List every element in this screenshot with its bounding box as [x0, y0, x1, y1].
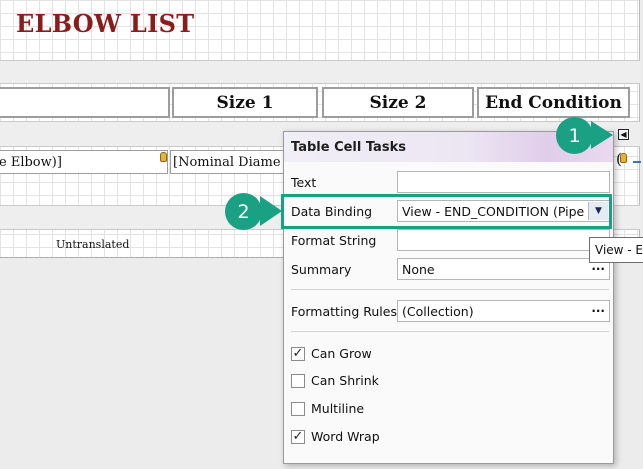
formatting-rules-value: (Collection) — [402, 303, 474, 319]
table-header-row: Size 1 Size 2 End Condition — [0, 84, 640, 120]
checkbox-label: Multiline — [311, 401, 365, 416]
divider — [291, 289, 609, 290]
checkmark-icon[interactable]: ✓ — [291, 429, 305, 444]
footer-text[interactable]: Untranslated — [56, 238, 129, 251]
header-cell-0[interactable] — [0, 87, 170, 118]
summary-ellipsis-button[interactable]: ··· — [591, 262, 605, 276]
checkbox-label: Word Wrap — [311, 429, 380, 444]
checkbox-label: Can Grow — [311, 346, 372, 361]
data-binding-tooltip: View - E — [589, 237, 643, 263]
checkbox-empty[interactable] — [291, 401, 305, 416]
detail-cell-description[interactable]: e Elbow)] — [0, 150, 168, 174]
summary-field[interactable]: None ··· — [397, 258, 610, 280]
checkbox-label: Can Shrink — [311, 373, 379, 388]
detail-cell-nominal-diameter[interactable]: [Nominal Diame — [170, 150, 284, 174]
checkbox-multiline[interactable]: Multiline — [291, 401, 364, 416]
checkbox-word-wrap[interactable]: ✓ Word Wrap — [291, 429, 380, 444]
table-cell-tasks-popup: Table Cell Tasks Text Data Binding View … — [283, 131, 614, 464]
text-input[interactable] — [402, 172, 609, 192]
detail-cell-end-condition-fragment[interactable]: ( — [616, 150, 622, 168]
checkmark-icon[interactable]: ✓ — [291, 346, 305, 361]
callout-arrow-1 — [591, 121, 613, 149]
checkbox-can-shrink[interactable]: Can Shrink — [291, 373, 379, 388]
band-separator — [0, 60, 640, 84]
selection-handle[interactable] — [633, 161, 641, 163]
popup-title: Table Cell Tasks — [291, 140, 406, 155]
checkbox-can-grow[interactable]: ✓ Can Grow — [291, 346, 372, 361]
header-cell-size2[interactable]: Size 2 — [322, 87, 474, 118]
formatting-rules-field[interactable]: (Collection) ··· — [397, 300, 610, 322]
format-string-label: Format String — [291, 233, 377, 248]
smart-tag-chevron-left-icon[interactable]: ◀ — [618, 129, 629, 140]
summary-label: Summary — [291, 262, 352, 277]
summary-value: None — [402, 261, 435, 277]
highlight-data-binding — [281, 194, 612, 229]
checkbox-empty[interactable] — [291, 373, 305, 388]
header-cell-size1[interactable]: Size 1 — [172, 87, 318, 118]
divider — [291, 331, 609, 332]
text-label: Text — [291, 175, 317, 190]
callout-arrow-2 — [260, 196, 282, 226]
step-badge-1: 1 — [556, 117, 593, 154]
header-cell-end-condition[interactable]: End Condition — [477, 87, 630, 118]
report-title: ELBOW LIST — [16, 9, 195, 38]
formatting-rules-label: Formatting Rules — [291, 304, 397, 319]
format-string-field[interactable] — [397, 229, 610, 251]
formatting-rules-ellipsis-button[interactable]: ··· — [591, 304, 605, 318]
step-badge-2: 2 — [225, 193, 262, 230]
text-field[interactable] — [397, 171, 610, 193]
database-field-icon — [160, 152, 167, 162]
